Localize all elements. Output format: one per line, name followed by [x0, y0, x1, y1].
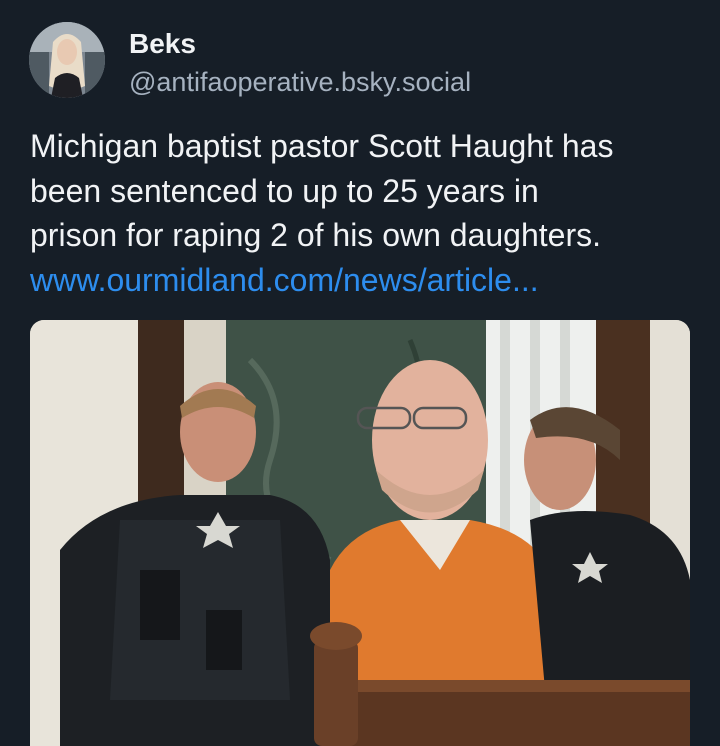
post-text-line: prison for raping 2 of his own daughters…	[30, 217, 601, 253]
avatar[interactable]	[29, 22, 105, 98]
post-text-line: Michigan baptist pastor Scott Haught has	[30, 128, 614, 164]
post-image[interactable]	[30, 320, 690, 746]
user-avatar-photo-icon	[29, 22, 105, 98]
post-body: Michigan baptist pastor Scott Haught has…	[30, 124, 700, 302]
post-text-line: been sentenced to up to 25 years in	[30, 172, 539, 209]
post-card: Beks @antifaoperative.bsky.social Michig…	[0, 0, 720, 746]
author-handle[interactable]: @antifaoperative.bsky.social	[129, 66, 471, 98]
author-display-name[interactable]: Beks	[129, 27, 196, 61]
article-link[interactable]: www.ourmidland.com/news/article...	[30, 258, 700, 303]
courtroom-photo-icon	[30, 320, 690, 746]
